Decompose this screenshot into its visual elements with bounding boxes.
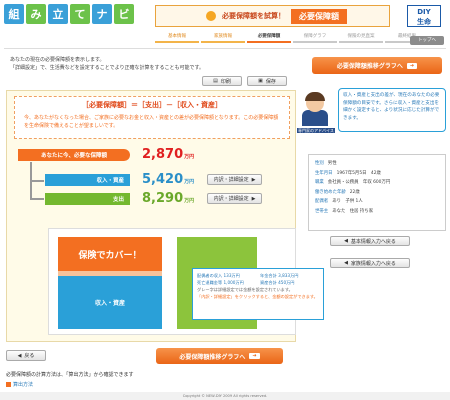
income-assets-label: 収入・資産	[45, 174, 130, 186]
diy-logo-line2: 生命	[417, 18, 431, 26]
coverage-graph-button[interactable]: 必要保障額推移グラフへ ➜	[312, 57, 442, 74]
profile-row: 世帯主 あなた 住居 持ち家	[315, 208, 374, 214]
tooltip-item: 死亡退職金等 1,000万円	[197, 280, 244, 285]
back-to-basic-info-button[interactable]: ◀ 基本情報入力へ戻る	[330, 236, 410, 246]
tooltip-note: グレー字は詳細設定では金額を設定されています。	[197, 287, 293, 292]
diy-logo[interactable]: DIY 生命	[407, 5, 441, 27]
logo-tile: 立	[48, 4, 68, 24]
profile-row: 性別 男性	[315, 161, 337, 166]
back-to-family-info-label: 家族情報入力へ戻る	[350, 260, 396, 267]
formula-text: ［必要保障額］＝［支出］－［収入・資産］	[82, 101, 222, 109]
income-assets-block: 収入・資産	[58, 276, 162, 329]
calculation-method-link[interactable]: 算出方法	[6, 381, 33, 388]
save-button[interactable]: ▣ 保存	[247, 76, 287, 86]
amount-unit: 万円	[184, 154, 195, 160]
save-button-label: 保存	[265, 78, 276, 85]
profile-row: 配偶者 あり 子供 1人	[315, 199, 363, 204]
top-button[interactable]: トップへ	[410, 36, 444, 45]
amount-value: 2,870	[142, 147, 184, 162]
expense-amount: 8,290万円	[142, 191, 194, 206]
diy-logo-line1: DIY	[417, 8, 431, 16]
insurance-cover-label: 保険でカバー！	[58, 237, 162, 271]
logo-tile: 組	[4, 4, 24, 24]
step-coverage-graph: 保障グラフ	[293, 33, 337, 43]
back-button-label: 戻る	[24, 353, 35, 359]
breakdown-tooltip: 配偶者の収入 133万円 年金合計 3,833万円 死亡退職金等 1,000万円…	[192, 268, 324, 320]
step-required-coverage[interactable]: 必要保障額	[247, 33, 291, 43]
document-icon	[6, 382, 11, 387]
tooltip-item: 配偶者の収入 133万円	[197, 273, 240, 278]
advice-bubble: 収入・資産と支出の差が、現在のあなたの必要保障額の目安です。さらに収入・資産と支…	[338, 88, 446, 132]
advisor-avatar: 専門家のアドバイス	[297, 90, 335, 140]
step-basic-info[interactable]: 基本情報	[155, 33, 199, 43]
arrow-right-icon: ▶	[251, 176, 256, 183]
arrow-left-icon: ◀	[344, 260, 348, 266]
coverage-graph-button-label: 必要保障額推移グラフへ	[179, 353, 246, 361]
arrow-left-icon: ◀	[344, 238, 348, 244]
footnote: 必要保障額の計算方法は、「算出方法」から確認できます	[6, 372, 134, 378]
coin-icon	[206, 11, 216, 21]
connector-line	[30, 180, 44, 182]
amount-unit: 万円	[184, 179, 195, 185]
save-icon: ▣	[258, 78, 263, 84]
logo-tile: ナ	[92, 4, 112, 24]
copyright: Copyright © NEW-DIY 2009 All rights rese…	[0, 392, 450, 400]
page-title: 必要保障額	[291, 8, 347, 24]
formula-note: 今、あなたがなくなった場合、ご家族に必要なお金と収入・資産との差が必要保障額とな…	[24, 115, 279, 129]
banner-subtitle: 必要保障額を試算！	[222, 12, 285, 20]
coverage-graph-button-label: 必要保障額推移グラフへ	[336, 63, 403, 70]
step-nav: 基本情報 家族情報 必要保障額 保障グラフ 保険の見直案 最終結果	[155, 33, 429, 43]
income-detail-button-label: 内訳・詳細設定	[213, 177, 249, 183]
amount-value: 8,290	[142, 191, 184, 206]
profile-row: 職業 会社員・公務員 年収 600万円	[315, 180, 391, 185]
logo: 組 み 立 て ナ ビ	[4, 4, 134, 24]
expense-detail-button[interactable]: 内訳・詳細設定 ▶	[207, 193, 262, 204]
arrow-right-icon: ➜	[406, 62, 418, 69]
print-button-label: 印刷	[220, 78, 231, 85]
required-coverage-label: あなたに今、必要な保障額	[18, 149, 130, 161]
calculation-method-label: 算出方法	[13, 382, 34, 388]
step-insurance-review: 保険の見直案	[339, 33, 383, 43]
amount-unit: 万円	[184, 198, 195, 204]
profile-summary: 性別 男性 生年月日 1967年5月5日 42歳 職業 会社員・公務員 年収 600万…	[308, 154, 446, 231]
print-button[interactable]: ▤ 印刷	[202, 76, 242, 86]
page-banner: 必要保障額を試算！ 必要保障額	[155, 5, 390, 27]
printer-icon: ▤	[213, 78, 218, 84]
required-coverage-amount: 2,870万円	[142, 147, 194, 162]
income-detail-button[interactable]: 内訳・詳細設定 ▶	[207, 174, 262, 185]
arrow-right-icon: ➜	[249, 353, 260, 359]
expense-detail-button-label: 内訳・詳細設定	[213, 196, 249, 202]
profile-row: 働き始めた年齢 22歳	[315, 189, 360, 195]
profile-row: 生年月日 1967年5月5日 42歳	[315, 170, 381, 176]
back-to-family-info-button[interactable]: ◀ 家族情報入力へ戻る	[330, 258, 410, 268]
advisor-label: 専門家のアドバイス	[297, 128, 335, 133]
intro-line: あなたの現在の必要保障額を表示します。	[10, 57, 105, 63]
back-button[interactable]: ◀ 戻る	[6, 350, 46, 361]
intro-text: あなたの現在の必要保障額を表示します。 「詳細設定」で、生活費などを設定すること…	[10, 56, 290, 72]
logo-tile: ビ	[114, 4, 134, 24]
divider	[4, 48, 446, 49]
arrow-right-icon: ▶	[251, 195, 256, 202]
tooltip-item: 年金合計 3,833万円	[260, 273, 299, 278]
logo-tile: み	[26, 4, 46, 24]
back-to-basic-info-label: 基本情報入力へ戻る	[350, 238, 396, 245]
amount-value: 5,420	[142, 172, 184, 187]
coverage-graph-button-bottom[interactable]: 必要保障額推移グラフへ ➜	[156, 348, 283, 364]
income-assets-amount: 5,420万円	[142, 172, 194, 187]
expense-label: 支出	[45, 193, 130, 205]
step-family-info[interactable]: 家族情報	[201, 33, 245, 43]
tooltip-item: 資産合計 450万円	[260, 280, 295, 285]
intro-line: 「詳細設定」で、生活費などを設定することでより正確な計算をすることも可能です。	[10, 65, 205, 71]
arrow-left-icon: ◀	[17, 352, 22, 359]
logo-tile: て	[70, 4, 90, 24]
tooltip-note: 「内訳・詳細設定」をクリックすると、金額の設定ができます。	[197, 294, 318, 299]
